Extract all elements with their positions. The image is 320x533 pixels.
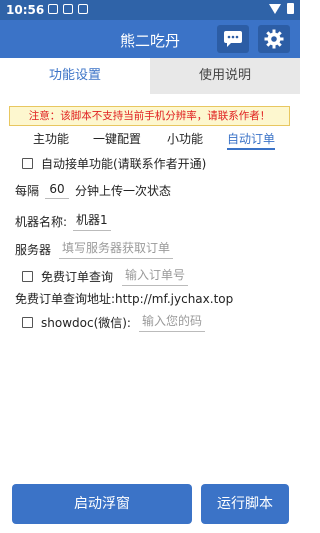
interval-suffix: 分钟上传一次状态 xyxy=(75,184,172,198)
machine-name-label: 机器名称: xyxy=(15,214,68,229)
sub-tabs: 主功能 一键配置 小功能 自动订单 xyxy=(0,131,300,151)
showdoc-checkbox[interactable] xyxy=(22,316,33,328)
order-number-input[interactable]: 输入订单号 xyxy=(122,266,189,286)
resolution-warning: 注意：该脚本不支持当前手机分辨率，请联系作者！ xyxy=(9,106,290,126)
showdoc-row: showdoc(微信): 输入您的码 xyxy=(22,312,205,332)
chat-button[interactable] xyxy=(217,25,249,53)
tab-function-settings[interactable]: 功能设置 xyxy=(0,58,150,94)
status-right-icons xyxy=(269,3,294,14)
machine-name-input[interactable]: 机器1 xyxy=(73,211,112,231)
subtab-auto-order[interactable]: 自动订单 xyxy=(227,131,276,150)
tab-instructions[interactable]: 使用说明 xyxy=(150,58,300,94)
interval-input[interactable]: 60 xyxy=(45,182,70,199)
notification-icon xyxy=(48,4,58,14)
main-tabs: 功能设置 使用说明 xyxy=(0,58,300,94)
server-input[interactable]: 填写服务器获取订单 xyxy=(59,239,174,259)
free-query-row: 免费订单查询 输入订单号 xyxy=(22,266,189,286)
free-query-label: 免费订单查询 xyxy=(41,269,114,284)
subtab-small-features[interactable]: 小功能 xyxy=(167,131,203,147)
wifi-icon xyxy=(269,3,281,14)
subtab-main[interactable]: 主功能 xyxy=(33,131,69,147)
showdoc-label: showdoc(微信): xyxy=(41,315,131,330)
free-query-checkbox[interactable] xyxy=(22,270,33,282)
notification-icon xyxy=(78,4,88,14)
status-time: 10:56 xyxy=(6,3,45,17)
gear-icon xyxy=(264,29,284,49)
free-query-url-text: 免费订单查询地址:http://mf.jychax.top xyxy=(15,292,234,306)
status-bar: 10:56 xyxy=(0,0,300,20)
showdoc-input[interactable]: 输入您的码 xyxy=(138,312,205,332)
server-row: 服务器 填写服务器获取订单 xyxy=(15,239,174,259)
subtab-one-click-config[interactable]: 一键配置 xyxy=(93,131,141,147)
settings-button[interactable] xyxy=(258,25,290,53)
app-bar: 熊二吃丹 xyxy=(0,20,300,58)
app-title: 熊二吃丹 xyxy=(119,32,180,50)
machine-name-row: 机器名称: 机器1 xyxy=(15,211,112,231)
battery-icon xyxy=(287,3,294,14)
free-query-url-row: 免费订单查询地址:http://mf.jychax.top xyxy=(15,290,233,307)
auto-accept-label: 自动接单功能(请联系作者开通) xyxy=(41,157,207,171)
start-float-window-button[interactable]: 启动浮窗 xyxy=(12,484,192,524)
notification-icons xyxy=(48,4,88,14)
auto-accept-row: 自动接单功能(请联系作者开通) xyxy=(22,155,206,172)
interval-prefix: 每隔 xyxy=(15,184,40,198)
run-script-button[interactable]: 运行脚本 xyxy=(201,484,289,524)
server-label: 服务器 xyxy=(15,242,52,257)
chat-bubble-icon xyxy=(224,31,242,47)
interval-row: 每隔 60 分钟上传一次状态 xyxy=(15,182,171,199)
notification-icon xyxy=(63,4,73,14)
auto-accept-checkbox[interactable] xyxy=(22,158,33,169)
